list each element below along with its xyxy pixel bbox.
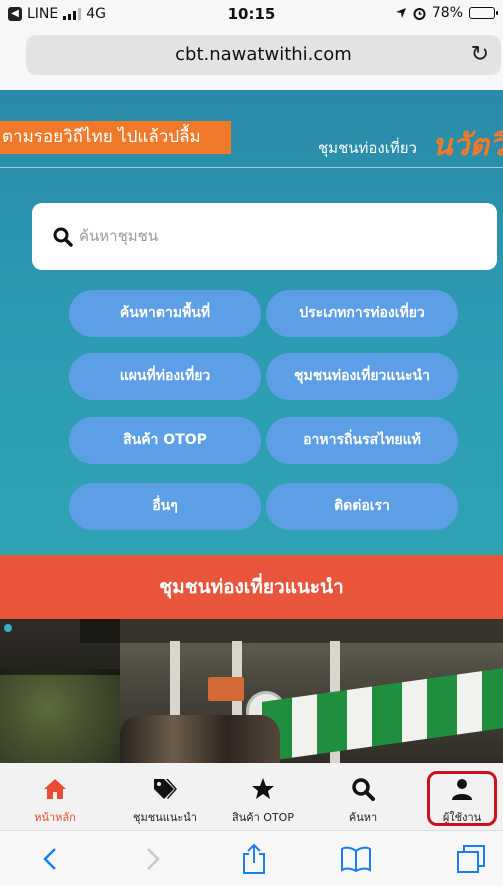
- tourism-type-button[interactable]: ประเภทการท่องเที่ยว: [266, 290, 458, 337]
- otop-products-button[interactable]: สินค้า OTOP: [69, 417, 261, 464]
- status-right: 78%: [395, 5, 498, 21]
- nav-home-label: หน้าหลัก: [34, 811, 76, 824]
- share-icon: [243, 843, 265, 874]
- reload-icon[interactable]: ↻: [471, 42, 489, 67]
- url-text[interactable]: cbt.nawatwithi.com: [26, 44, 501, 65]
- battery-icon: [469, 7, 498, 19]
- browser-url-area: cbt.nawatwithi.com ↻: [0, 28, 503, 90]
- slogan-banner: ตามรอยวิถีไทย ไปแล้วปลื้ม: [0, 121, 231, 154]
- nav-recommended-label: ชุมชนแนะนำ: [133, 811, 197, 824]
- search-input[interactable]: [79, 223, 469, 249]
- home-icon: [44, 779, 66, 799]
- search-by-area-button[interactable]: ค้นหาตามพื้นที่: [69, 290, 261, 337]
- tags-icon: [154, 779, 177, 799]
- community-photo[interactable]: [0, 619, 503, 763]
- browser-tabs-button[interactable]: [446, 831, 496, 886]
- url-bar[interactable]: cbt.nawatwithi.com ↻: [26, 35, 501, 75]
- others-button[interactable]: อื่นๆ: [69, 483, 261, 530]
- user-highlight-box: [427, 771, 497, 826]
- tabs-icon: [457, 845, 485, 873]
- status-bar: ◀ LINE 4G 10:15 78%: [0, 0, 503, 28]
- chevron-left-icon: [43, 848, 56, 870]
- browser-back-button[interactable]: [25, 831, 75, 886]
- browser-bookmarks-button[interactable]: [331, 831, 381, 886]
- video-overlay: [0, 619, 120, 675]
- search-icon: [53, 227, 73, 247]
- search-box[interactable]: [32, 203, 497, 270]
- recommended-community-button[interactable]: ชุมชนท่องเที่ยวแนะนำ: [266, 353, 458, 400]
- section-title: ชุมชนท่องเที่ยวแนะนำ: [0, 555, 503, 619]
- chevron-right-icon: [147, 848, 160, 870]
- nav-otop-label: สินค้า OTOP: [232, 811, 294, 824]
- book-icon: [341, 846, 371, 872]
- browser-forward-button[interactable]: [128, 831, 178, 886]
- nav-home[interactable]: หน้าหลัก: [10, 763, 100, 830]
- nav-otop[interactable]: สินค้า OTOP: [218, 763, 308, 830]
- alarm-icon: [413, 7, 426, 20]
- brand-subtitle: ชุมชนท่องเที่ยว: [318, 139, 417, 157]
- browser-toolbar: [0, 830, 503, 886]
- local-food-button[interactable]: อาหารถิ่นรสไทยแท้: [266, 417, 458, 464]
- location-icon: [395, 8, 406, 18]
- contact-us-button[interactable]: ติดต่อเรา: [266, 483, 458, 530]
- browser-share-button[interactable]: [229, 831, 279, 886]
- brand-logo[interactable]: นวัตวิถี: [432, 122, 503, 169]
- nav-search[interactable]: ค้นหา: [318, 763, 408, 830]
- search-icon: [352, 778, 375, 801]
- nav-recommended[interactable]: ชุมชนแนะนำ: [120, 763, 210, 830]
- divider: [0, 167, 503, 168]
- star-icon: [252, 778, 274, 799]
- battery-percent: 78%: [431, 5, 463, 21]
- nav-search-label: ค้นหา: [348, 811, 378, 824]
- bottom-nav: หน้าหลัก ชุมชนแนะนำ สินค้า OTOP ค้นหา ผู…: [0, 763, 503, 830]
- tourism-map-button[interactable]: แผนที่ท่องเที่ยว: [69, 353, 261, 400]
- hero-section: ตามรอยวิถีไทย ไปแล้วปลื้ม ชุมชนท่องเที่ย…: [0, 90, 503, 555]
